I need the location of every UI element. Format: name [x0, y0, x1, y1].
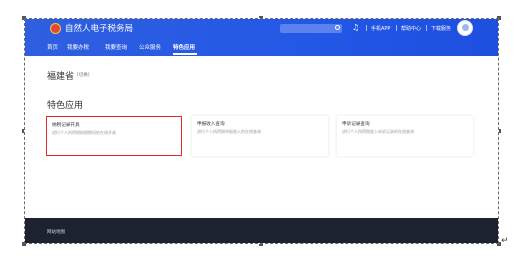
card-tax-record[interactable]: 纳税记录开具 进行个人所得税纳税期间的在线开具 [46, 116, 182, 156]
switch-province-link[interactable]: [切换] [77, 72, 90, 78]
search-input[interactable] [280, 24, 342, 33]
search-icon [335, 25, 340, 30]
section-title: 特色应用 [47, 101, 84, 111]
nav-home[interactable]: 首页 [47, 43, 58, 51]
card-description: 进行个人所得税申报收入的在线查询 [197, 129, 261, 134]
site-title: 自然人电子税务局 [65, 24, 134, 34]
embedded-screenshot[interactable]: 自然人电子税务局 ♫ 手机APP 帮助中心 下载服务 首页 我要办税 我要查询 … [24, 18, 499, 244]
card-title: 申报收入查询 [197, 122, 225, 127]
sitemap-link[interactable]: 网站地图 [47, 229, 65, 235]
nav-public-service[interactable]: 公众服务 [139, 43, 161, 51]
card-description: 进行个人所得税收入申诉记录的在线查询 [342, 129, 414, 134]
download-service-link[interactable]: 下载服务 [431, 25, 451, 32]
province-name: 福建省 [47, 72, 75, 82]
site-header: 自然人电子税务局 ♫ 手机APP 帮助中心 下载服务 首页 我要办税 我要查询 … [25, 19, 498, 56]
nav-query[interactable]: 我要查询 [105, 43, 127, 51]
active-tab-indicator [173, 53, 197, 55]
card-income-query[interactable]: 申报收入查询 进行个人所得税申报收入的在线查询 [192, 116, 328, 156]
help-center-link[interactable]: 帮助中心 [401, 25, 421, 32]
bell-icon[interactable]: ♫ [352, 23, 360, 32]
divider [366, 25, 367, 31]
avatar[interactable] [457, 20, 473, 36]
tax-emblem-icon [50, 23, 61, 34]
site-footer: 网站地图 [25, 218, 498, 243]
card-title: 纳税记录开具 [52, 123, 80, 128]
divider [426, 25, 427, 31]
document-canvas: ↵ 自然人电子税务局 ♫ 手机APP 帮助中心 下载服务 首页 我要办税 我要查… [0, 0, 519, 256]
card-appeal-query[interactable]: 申诉记录查询 进行个人所得税收入申诉记录的在线查询 [337, 116, 473, 156]
card-title: 申诉记录查询 [342, 122, 370, 127]
divider [396, 25, 397, 31]
paragraph-mark-icon: ↵ [501, 236, 509, 246]
nav-featured-apps[interactable]: 特色应用 [173, 43, 195, 51]
nav-handle-tax[interactable]: 我要办税 [67, 43, 89, 51]
mobile-app-link[interactable]: 手机APP [371, 25, 390, 32]
card-description: 进行个人所得税纳税期间的在线开具 [52, 130, 116, 135]
